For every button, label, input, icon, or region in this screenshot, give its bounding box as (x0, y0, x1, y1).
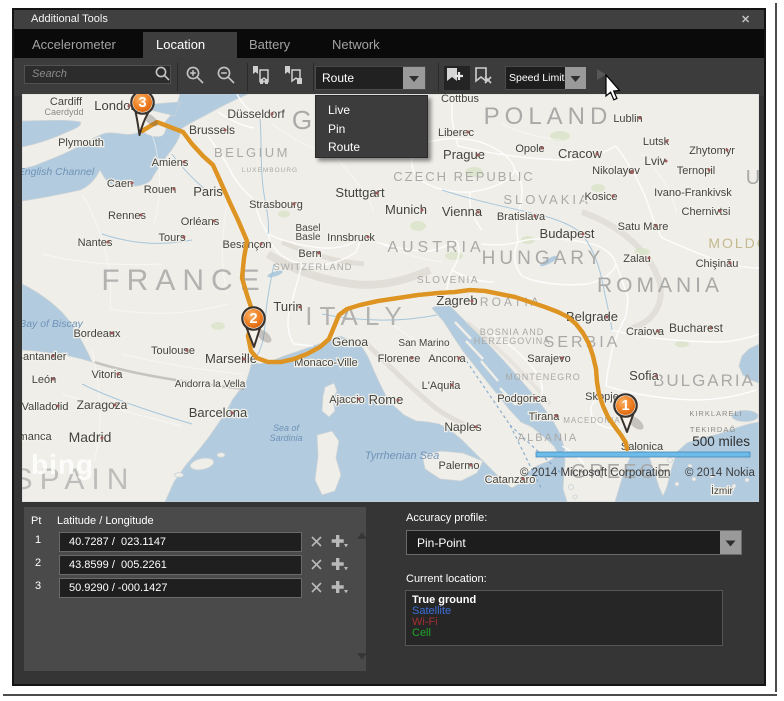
svg-text:Zalau: Zalau (623, 253, 651, 265)
svg-text:Toulouse: Toulouse (151, 345, 195, 357)
svg-text:Monaco-Ville: Monaco-Ville (294, 357, 357, 369)
svg-text:MONTENEGRO: MONTENEGRO (505, 372, 581, 382)
svg-text:Florence: Florence (378, 353, 421, 365)
svg-text:amanca: amanca (22, 431, 52, 443)
svg-text:Palermo: Palermo (439, 460, 480, 472)
svg-text:Zhytomyr: Zhytomyr (689, 145, 735, 157)
svg-text:Chişinău: Chişinău (696, 258, 739, 270)
svg-text:Bucharest: Bucharest (669, 321, 724, 335)
svg-text:Plymouth: Plymouth (58, 137, 104, 149)
svg-text:Tyrrhenian Sea: Tyrrhenian Sea (365, 450, 439, 462)
svg-text:Rouen: Rouen (144, 184, 176, 196)
svg-text:AUSTRIA: AUSTRIA (387, 239, 484, 256)
svg-text:Lutsk: Lutsk (643, 136, 670, 148)
svg-text:San Marino: San Marino (398, 338, 450, 349)
svg-text:G: G (292, 105, 312, 135)
svg-text:SLOVENIA: SLOVENIA (417, 275, 479, 286)
svg-text:TEKIRDAĞ: TEKIRDAĞ (690, 425, 736, 434)
svg-text:Budapest: Budapest (540, 226, 595, 241)
svg-text:Andorra la Vella: Andorra la Vella (175, 379, 246, 390)
svg-text:Podgorica: Podgorica (497, 393, 547, 405)
svg-text:Ancona: Ancona (428, 353, 466, 365)
svg-text:Brussels: Brussels (189, 123, 235, 137)
svg-text:Sea of: Sea of (273, 423, 301, 433)
svg-text:Zaragoza: Zaragoza (77, 398, 128, 412)
svg-text:CZECH REPUBLIC: CZECH REPUBLIC (393, 169, 534, 184)
svg-text:BULGARIA: BULGARIA (653, 371, 755, 390)
svg-text:Lviv: Lviv (644, 154, 665, 168)
svg-text:ROMANIA: ROMANIA (597, 274, 723, 297)
svg-text:ALBANIA: ALBANIA (518, 432, 578, 444)
svg-text:Barcelona: Barcelona (189, 405, 248, 420)
svg-text:Paris: Paris (193, 184, 223, 199)
svg-text:Tours: Tours (159, 232, 186, 244)
svg-text:Turin: Turin (273, 299, 302, 314)
svg-text:bing: bing (31, 449, 94, 480)
svg-text:Marseille: Marseille (205, 351, 257, 366)
svg-text:Valladolid: Valladolid (22, 401, 68, 413)
svg-text:SLOVAKIA: SLOVAKIA (503, 192, 590, 207)
svg-text:Genoa: Genoa (332, 335, 368, 349)
svg-text:Basle: Basle (295, 232, 320, 243)
svg-text:Santander: Santander (22, 351, 67, 363)
svg-text:LUXEMBOURG: LUXEMBOURG (242, 167, 298, 174)
svg-text:© 2014 Microsoft Corporation: © 2014 Microsoft Corporation (520, 467, 670, 479)
svg-text:Bordeaux: Bordeaux (73, 328, 121, 340)
svg-text:Cottbus: Cottbus (441, 94, 479, 105)
svg-text:SWITZERLAND: SWITZERLAND (273, 262, 352, 273)
svg-text:Opole: Opole (515, 143, 544, 155)
svg-text:Sarajevo: Sarajevo (527, 353, 570, 365)
svg-text:İzmir: İzmir (711, 484, 733, 497)
svg-text:MOLDO: MOLDO (708, 235, 759, 251)
svg-text:2: 2 (249, 311, 257, 327)
svg-text:Lublin: Lublin (613, 113, 642, 125)
svg-text:U: U (746, 167, 759, 189)
svg-text:Caen: Caen (107, 178, 133, 190)
svg-text:Ivano-Frankivsk: Ivano-Frankivsk (654, 187, 732, 199)
svg-text:POLAND: POLAND (484, 103, 613, 130)
svg-text:L'Aquila: L'Aquila (422, 380, 462, 392)
svg-text:© 2014 Nokia: © 2014 Nokia (685, 467, 755, 479)
svg-text:HUNGARY: HUNGARY (482, 248, 605, 269)
svg-text:500 miles: 500 miles (692, 434, 750, 449)
svg-text:BELGIUM: BELGIUM (214, 145, 290, 160)
svg-text:KIRKLARELI: KIRKLARELI (689, 409, 742, 418)
svg-text:Chernivtsi: Chernivtsi (682, 206, 731, 218)
svg-text:Caerdydd: Caerdydd (44, 107, 83, 117)
svg-text:SERBIA: SERBIA (544, 334, 621, 351)
svg-text:1: 1 (621, 398, 629, 414)
svg-text:Düsseldorf: Düsseldorf (227, 107, 285, 121)
svg-text:Sardinia: Sardinia (269, 433, 302, 443)
svg-text:Bratislava: Bratislava (497, 211, 546, 223)
svg-text:Satu Mare: Satu Mare (618, 221, 669, 233)
svg-text:Madrid: Madrid (69, 429, 112, 445)
svg-text:3: 3 (138, 95, 146, 111)
svg-text:English Channel: English Channel (22, 166, 95, 178)
svg-text:HERZEGOVINA: HERZEGOVINA (474, 336, 551, 346)
